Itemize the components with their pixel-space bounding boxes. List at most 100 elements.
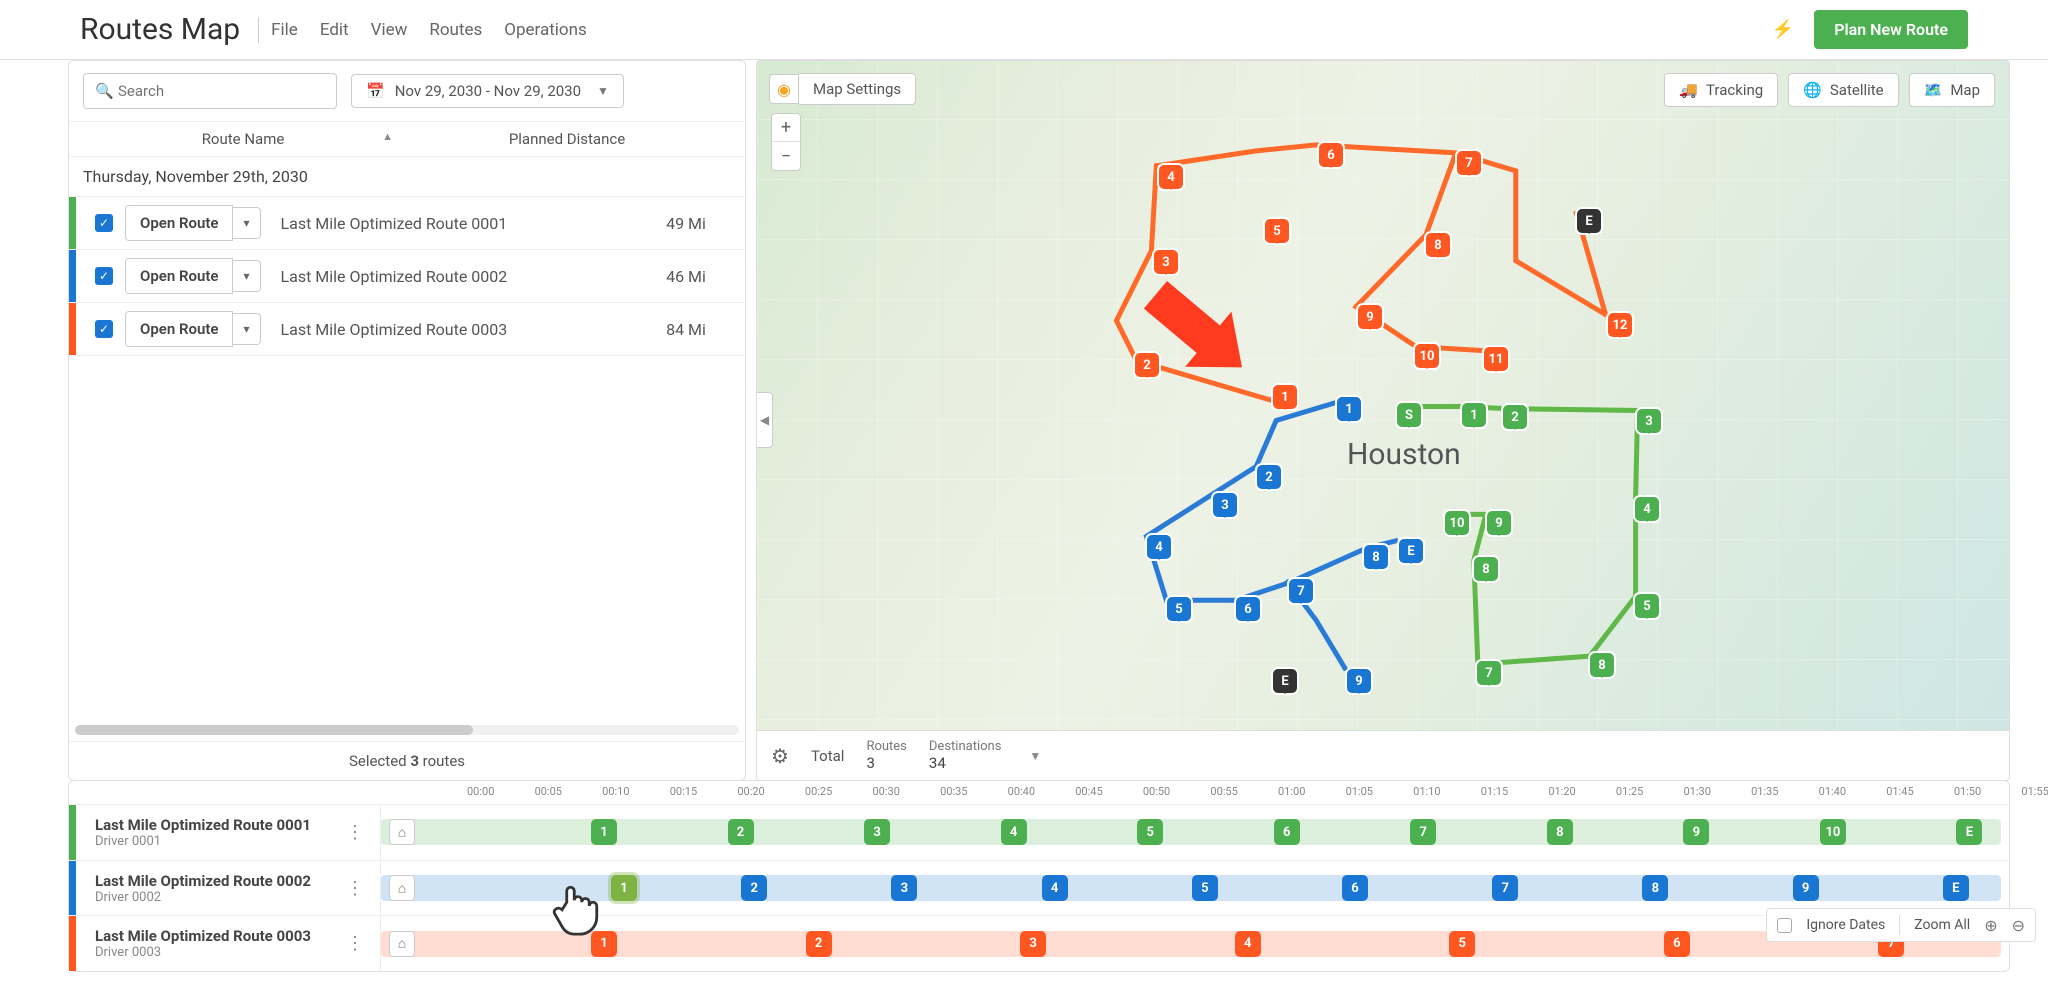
- route-checkbox[interactable]: ✓: [95, 267, 113, 285]
- timeline-stop[interactable]: 4: [1042, 875, 1068, 901]
- route-checkbox[interactable]: ✓: [95, 214, 113, 232]
- home-icon[interactable]: ⌂: [389, 819, 415, 845]
- timeline-track[interactable]: [381, 819, 2001, 845]
- map-marker[interactable]: 2: [1503, 405, 1527, 429]
- timeline-stop[interactable]: 6: [1664, 931, 1690, 957]
- collapse-sidebar-button[interactable]: ◀: [757, 392, 773, 448]
- route-checkbox[interactable]: ✓: [95, 320, 113, 338]
- kebab-menu-icon[interactable]: ⋮: [342, 874, 368, 903]
- open-route-dropdown[interactable]: ▾: [233, 207, 260, 239]
- map-marker[interactable]: 9: [1358, 305, 1382, 329]
- timeline-stop[interactable]: 5: [1137, 819, 1163, 845]
- timeline-stop[interactable]: 8: [1547, 819, 1573, 845]
- timeline-stop[interactable]: 4: [1001, 819, 1027, 845]
- map-mode-button[interactable]: 🗺️Map: [1909, 73, 1995, 107]
- map-marker[interactable]: 9: [1347, 669, 1371, 693]
- timeline-stop[interactable]: 2: [806, 931, 832, 957]
- map-marker[interactable]: 1: [1273, 385, 1297, 409]
- timeline-stop[interactable]: 6: [1274, 819, 1300, 845]
- tracking-button[interactable]: 🚚Tracking: [1664, 73, 1778, 107]
- kebab-menu-icon[interactable]: ⋮: [342, 818, 368, 847]
- bolt-icon[interactable]: ⚡: [1772, 19, 1794, 40]
- home-icon[interactable]: ⌂: [389, 931, 415, 957]
- map-marker[interactable]: 3: [1637, 409, 1661, 433]
- date-range-picker[interactable]: 📅 Nov 29, 2030 - Nov 29, 2030 ▼: [351, 74, 624, 108]
- map-marker[interactable]: 5: [1167, 597, 1191, 621]
- timeline-stop[interactable]: E: [1956, 819, 1982, 845]
- timeline-stop[interactable]: 1: [591, 819, 617, 845]
- map-marker[interactable]: 2: [1135, 353, 1159, 377]
- map-marker[interactable]: 12: [1608, 313, 1632, 337]
- open-route-dropdown[interactable]: ▾: [233, 313, 260, 345]
- map-marker[interactable]: 7: [1477, 661, 1501, 685]
- timeline-track[interactable]: [381, 931, 2001, 957]
- map-marker[interactable]: 8: [1364, 545, 1388, 569]
- map-marker[interactable]: 4: [1147, 535, 1171, 559]
- timeline-stop[interactable]: 7: [1492, 875, 1518, 901]
- map-marker[interactable]: 6: [1319, 143, 1343, 167]
- timeline-stop[interactable]: 9: [1793, 875, 1819, 901]
- timeline-stop[interactable]: 8: [1642, 875, 1668, 901]
- timeline-stop[interactable]: E: [1943, 875, 1969, 901]
- satellite-button[interactable]: 🌐Satellite: [1788, 73, 1898, 107]
- timeline-stop[interactable]: 2: [728, 819, 754, 845]
- menu-routes[interactable]: Routes: [429, 20, 482, 40]
- menu-view[interactable]: View: [371, 20, 408, 40]
- map-marker[interactable]: 6: [1236, 597, 1260, 621]
- map-marker[interactable]: 2: [1257, 465, 1281, 489]
- timeline-stop[interactable]: 3: [1020, 931, 1046, 957]
- map-marker[interactable]: 8: [1590, 653, 1614, 677]
- timeline-stop[interactable]: 4: [1235, 931, 1261, 957]
- map-canvas[interactable]: Houston 123456789101112123456789ES123456…: [756, 60, 2010, 781]
- zoom-out-button[interactable]: −: [772, 142, 800, 170]
- map-marker[interactable]: 3: [1213, 493, 1237, 517]
- horizontal-scrollbar[interactable]: [75, 725, 739, 735]
- column-planned-distance[interactable]: Planned Distance: [403, 130, 731, 148]
- open-route-button[interactable]: Open Route: [125, 205, 233, 241]
- timeline-stop[interactable]: 7: [1410, 819, 1436, 845]
- timeline-stop[interactable]: 3: [891, 875, 917, 901]
- timeline-stop[interactable]: 1: [591, 931, 617, 957]
- pegman-icon[interactable]: ◉: [769, 74, 799, 104]
- map-marker[interactable]: 10: [1445, 511, 1469, 535]
- open-route-dropdown[interactable]: ▾: [233, 260, 260, 292]
- chevron-down-icon[interactable]: ▼: [1029, 749, 1041, 763]
- map-marker[interactable]: 1: [1462, 403, 1486, 427]
- map-marker[interactable]: 9: [1487, 511, 1511, 535]
- timeline-stop[interactable]: 2: [741, 875, 767, 901]
- map-marker[interactable]: 7: [1457, 151, 1481, 175]
- map-marker[interactable]: 5: [1635, 594, 1659, 618]
- map-marker[interactable]: 7: [1289, 579, 1313, 603]
- map-marker[interactable]: E: [1399, 539, 1423, 563]
- open-route-button[interactable]: Open Route: [125, 311, 233, 347]
- map-marker[interactable]: 8: [1474, 557, 1498, 581]
- map-marker[interactable]: 3: [1154, 250, 1178, 274]
- timeline-stop[interactable]: 6: [1342, 875, 1368, 901]
- search-input[interactable]: [83, 73, 337, 109]
- timeline-stop[interactable]: 3: [864, 819, 890, 845]
- map-marker[interactable]: 11: [1484, 347, 1508, 371]
- zoom-in-icon[interactable]: ⊕: [1984, 916, 1997, 935]
- map-marker[interactable]: 5: [1265, 219, 1289, 243]
- map-marker[interactable]: 4: [1159, 165, 1183, 189]
- home-icon[interactable]: ⌂: [389, 875, 415, 901]
- map-marker[interactable]: E: [1577, 209, 1601, 233]
- menu-operations[interactable]: Operations: [504, 20, 587, 40]
- plan-new-route-button[interactable]: Plan New Route: [1814, 10, 1968, 49]
- open-route-button[interactable]: Open Route: [125, 258, 233, 294]
- map-marker[interactable]: 8: [1426, 233, 1450, 257]
- timeline-stop[interactable]: 1: [611, 875, 637, 901]
- timeline-stop[interactable]: 9: [1683, 819, 1709, 845]
- zoom-all-button[interactable]: Zoom All: [1914, 917, 1970, 933]
- map-marker[interactable]: 10: [1415, 344, 1439, 368]
- map-settings-button[interactable]: Map Settings: [799, 73, 916, 105]
- map-marker[interactable]: 4: [1635, 497, 1659, 521]
- map-marker[interactable]: E: [1273, 669, 1297, 693]
- menu-file[interactable]: File: [271, 20, 298, 40]
- timeline-stop[interactable]: 5: [1192, 875, 1218, 901]
- menu-edit[interactable]: Edit: [320, 20, 349, 40]
- timeline-stop[interactable]: 10: [1820, 819, 1846, 845]
- zoom-out-icon[interactable]: ⊖: [2012, 916, 2025, 935]
- ignore-dates-checkbox[interactable]: [1777, 918, 1792, 933]
- timeline-stop[interactable]: 5: [1449, 931, 1475, 957]
